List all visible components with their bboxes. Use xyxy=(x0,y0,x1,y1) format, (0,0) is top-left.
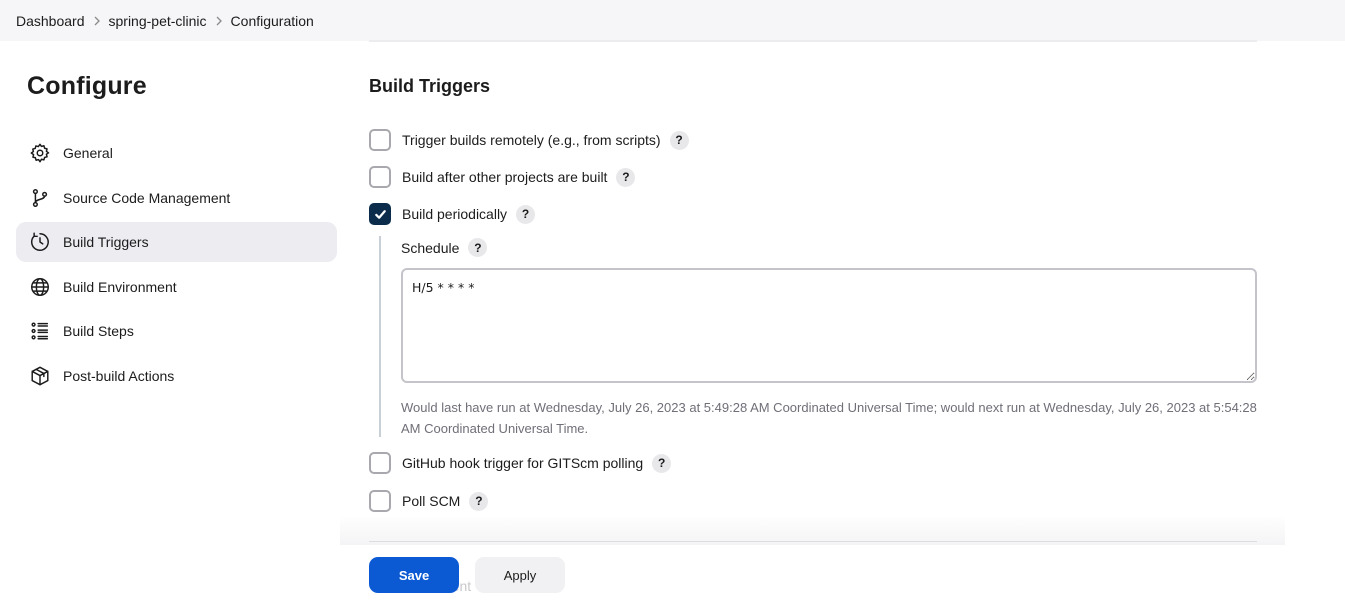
sidebar-item-post-build-actions[interactable]: Post-build Actions xyxy=(16,356,337,396)
help-icon[interactable]: ? xyxy=(468,238,488,257)
schedule-field: Schedule ? xyxy=(401,238,488,257)
save-button[interactable]: Save xyxy=(369,557,459,593)
build-after-checkbox[interactable] xyxy=(369,166,391,188)
github-hook-checkbox[interactable] xyxy=(369,452,391,474)
schedule-hint: Would last have run at Wednesday, July 2… xyxy=(401,400,1257,436)
branch-icon xyxy=(28,186,52,210)
sidebar-item-label: Build Triggers xyxy=(63,234,149,250)
build-after-label[interactable]: Build after other projects are built xyxy=(402,169,607,185)
gear-icon xyxy=(28,141,52,165)
schedule-label: Schedule xyxy=(401,239,460,256)
chevron-right-icon xyxy=(85,16,109,26)
build-periodically-option: Build periodically ? xyxy=(369,203,536,225)
sidebar-item-source-code-management[interactable]: Source Code Management xyxy=(16,178,337,218)
section-title: Build Triggers xyxy=(369,76,491,96)
poll-scm-option: Poll SCM ? xyxy=(369,490,489,512)
github-hook-option: GitHub hook trigger for GITScm polling ? xyxy=(369,452,672,474)
checkmark-icon xyxy=(374,209,386,219)
page-title: Configure xyxy=(27,72,147,100)
sidebar-item-label: General xyxy=(63,145,113,161)
help-icon[interactable]: ? xyxy=(469,491,489,511)
poll-scm-label[interactable]: Poll SCM xyxy=(402,493,460,509)
sidebar-item-general[interactable]: General xyxy=(16,133,337,173)
breadcrumb-dashboard[interactable]: Dashboard xyxy=(16,13,85,29)
breadcrumb-configuration[interactable]: Configuration xyxy=(231,13,314,29)
sidebar-item-build-triggers[interactable]: Build Triggers xyxy=(16,222,337,262)
sidebar-item-label: Source Code Management xyxy=(63,189,231,206)
chevron-right-icon xyxy=(207,16,231,26)
sidebar-item-build-steps[interactable]: Build Steps xyxy=(16,311,337,351)
sidebar-item-label: Build Steps xyxy=(63,323,134,339)
globe-icon xyxy=(28,275,52,299)
build-periodically-checkbox[interactable] xyxy=(369,203,391,225)
breadcrumb: Dashboard spring-pet-clinic Configuratio… xyxy=(0,0,1345,41)
help-icon[interactable]: ? xyxy=(652,453,672,473)
nested-section-bar xyxy=(379,236,381,437)
sidebar-item-build-environment[interactable]: Build Environment xyxy=(16,267,337,307)
clock-icon xyxy=(28,230,52,254)
build-after-option: Build after other projects are built ? xyxy=(369,166,636,188)
list-icon xyxy=(28,319,52,343)
help-icon[interactable]: ? xyxy=(616,167,636,187)
breadcrumb-project[interactable]: spring-pet-clinic xyxy=(109,13,207,29)
apply-button[interactable]: Apply xyxy=(475,557,565,593)
trigger-remote-checkbox[interactable] xyxy=(369,129,391,151)
sidebar-item-label: Post-build Actions xyxy=(63,367,175,384)
trigger-remote-option: Trigger builds remotely (e.g., from scri… xyxy=(369,129,689,151)
poll-scm-checkbox[interactable] xyxy=(369,490,391,512)
help-icon[interactable]: ? xyxy=(669,130,689,150)
help-icon[interactable]: ? xyxy=(516,204,536,224)
package-icon xyxy=(28,364,52,388)
sidebar-item-label: Build Environment xyxy=(63,278,177,295)
build-periodically-label[interactable]: Build periodically xyxy=(402,206,507,222)
trigger-remote-label[interactable]: Trigger builds remotely (e.g., from scri… xyxy=(402,132,661,148)
schedule-input[interactable] xyxy=(401,268,1257,383)
github-hook-label[interactable]: GitHub hook trigger for GITScm polling xyxy=(402,455,643,471)
footer-divider xyxy=(369,541,1257,542)
sidebar: General Source Code Management Build Tri… xyxy=(16,133,337,400)
section-divider xyxy=(369,40,1257,42)
